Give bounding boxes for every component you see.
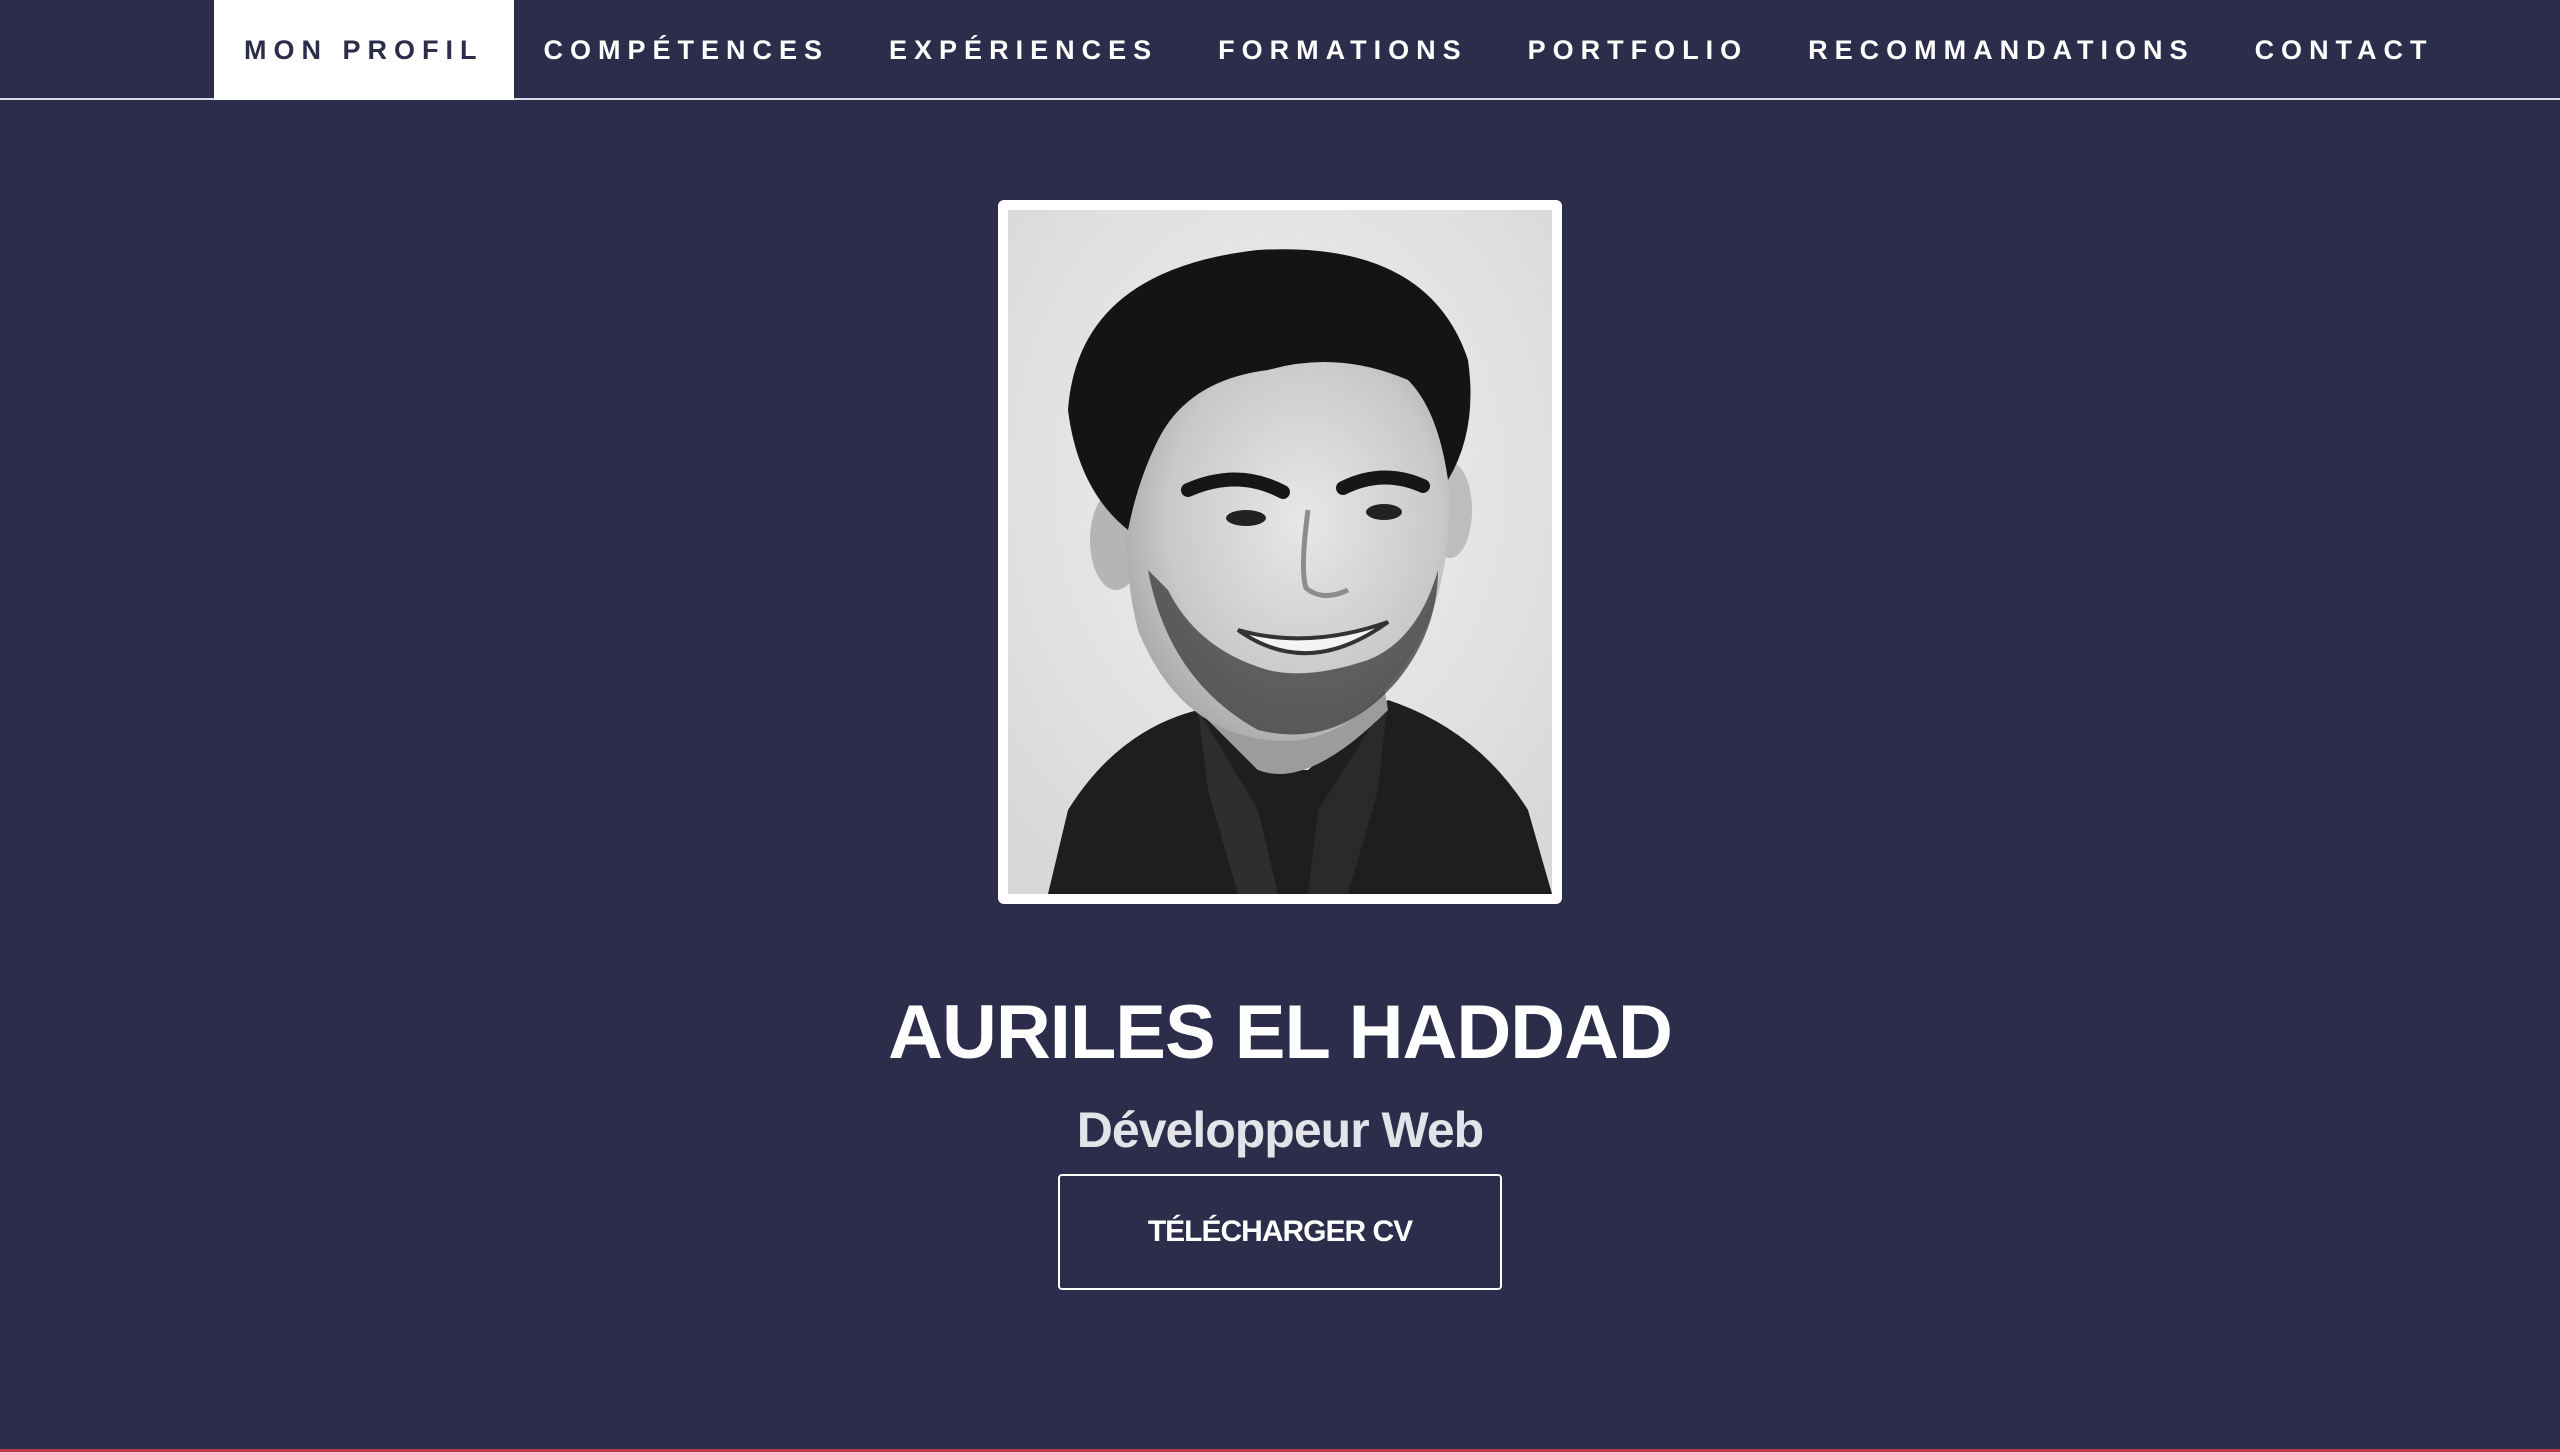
nav-item-recommandations[interactable]: RECOMMANDATIONS — [1778, 0, 2224, 100]
nav-list: MON PROFIL COMPÉTENCES EXPÉRIENCES FORMA… — [214, 0, 2464, 100]
profile-photo — [998, 200, 1562, 904]
download-cv-button[interactable]: TÉLÉCHARGER CV — [1058, 1174, 1502, 1290]
nav-item-experiences[interactable]: EXPÉRIENCES — [859, 0, 1188, 100]
profile-name: AURILES EL HADDAD — [888, 989, 1673, 1075]
nav-item-contact[interactable]: CONTACT — [2225, 0, 2464, 100]
nav-item-competences[interactable]: COMPÉTENCES — [514, 0, 860, 100]
top-navbar: MON PROFIL COMPÉTENCES EXPÉRIENCES FORMA… — [0, 0, 2560, 100]
page: MON PROFIL COMPÉTENCES EXPÉRIENCES FORMA… — [0, 0, 2560, 1452]
profile-portrait-icon — [1008, 210, 1552, 894]
nav-item-mon-profil[interactable]: MON PROFIL — [214, 0, 514, 100]
profile-title: Développeur Web — [1076, 1101, 1484, 1158]
nav-item-formations[interactable]: FORMATIONS — [1188, 0, 1497, 100]
nav-item-portfolio[interactable]: PORTFOLIO — [1498, 0, 1779, 100]
